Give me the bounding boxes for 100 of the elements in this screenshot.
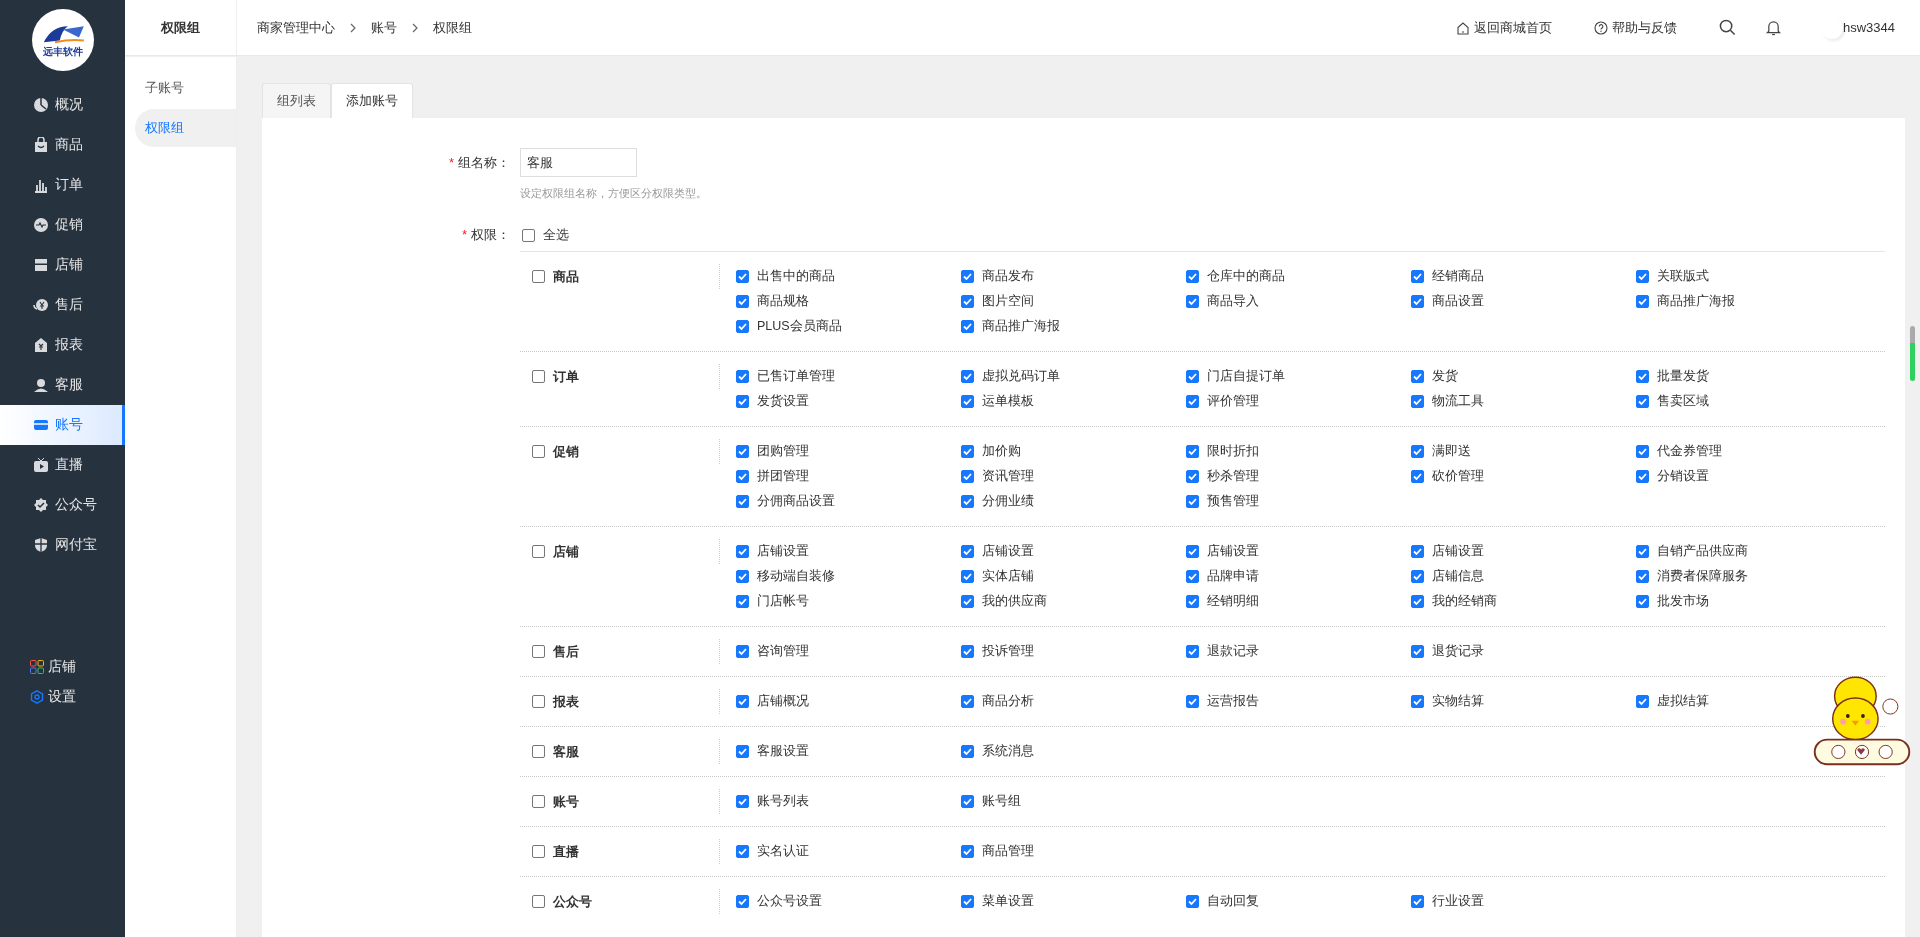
sidebar-item[interactable]: 促销	[0, 205, 125, 245]
checkbox[interactable]	[1411, 595, 1424, 608]
checkbox[interactable]	[532, 695, 545, 708]
checkbox[interactable]	[1636, 370, 1649, 383]
checkbox[interactable]	[961, 495, 974, 508]
checkbox[interactable]	[961, 270, 974, 283]
checkbox[interactable]	[522, 228, 535, 242]
checkbox[interactable]	[961, 695, 974, 708]
sidebar-item[interactable]: 商品	[0, 125, 125, 165]
sidebar-item[interactable]: 账号	[0, 405, 125, 445]
sidebar-item[interactable]: 店铺	[0, 245, 125, 285]
sidebar-item[interactable]: 店铺	[0, 657, 125, 677]
checkbox[interactable]	[1186, 370, 1199, 383]
checkbox[interactable]	[961, 320, 974, 333]
checkbox[interactable]	[1186, 595, 1199, 608]
help-link[interactable]: 帮助与反馈	[1593, 18, 1689, 37]
checkbox[interactable]	[532, 370, 545, 383]
checkbox[interactable]	[1186, 295, 1199, 308]
checkbox[interactable]	[1186, 695, 1199, 708]
checkbox[interactable]	[1636, 595, 1649, 608]
sidebar-item[interactable]: 公众号	[0, 485, 125, 525]
checkbox[interactable]	[532, 745, 545, 758]
checkbox[interactable]	[961, 370, 974, 383]
tab[interactable]: 组列表	[262, 83, 331, 118]
checkbox[interactable]	[1636, 445, 1649, 458]
checkbox[interactable]	[1636, 395, 1649, 408]
checkbox[interactable]	[736, 695, 749, 708]
checkbox[interactable]	[1186, 495, 1199, 508]
checkbox[interactable]	[736, 745, 749, 758]
checkbox[interactable]	[532, 545, 545, 558]
checkbox[interactable]	[736, 845, 749, 858]
checkbox[interactable]	[736, 395, 749, 408]
checkbox[interactable]	[1411, 445, 1424, 458]
tab[interactable]: 添加账号	[331, 83, 413, 118]
checkbox[interactable]	[736, 470, 749, 483]
checkbox[interactable]	[961, 470, 974, 483]
checkbox[interactable]	[1186, 570, 1199, 583]
checkbox[interactable]	[532, 645, 545, 658]
checkbox[interactable]	[961, 570, 974, 583]
bell-icon[interactable]	[1765, 19, 1781, 36]
checkbox[interactable]	[961, 845, 974, 858]
subnav-item[interactable]: 子账号	[135, 69, 236, 107]
checkbox[interactable]	[736, 320, 749, 333]
checkbox[interactable]	[1411, 295, 1424, 308]
checkbox[interactable]	[532, 445, 545, 458]
checkbox[interactable]	[961, 295, 974, 308]
checkbox[interactable]	[961, 595, 974, 608]
sidebar-item[interactable]: 设置	[0, 687, 125, 707]
checkbox[interactable]	[1186, 895, 1199, 908]
checkbox[interactable]	[961, 795, 974, 808]
checkbox[interactable]	[1186, 445, 1199, 458]
checkbox[interactable]	[736, 595, 749, 608]
checkbox[interactable]	[532, 270, 545, 283]
checkbox[interactable]	[961, 445, 974, 458]
checkbox[interactable]	[1411, 270, 1424, 283]
group-name-field[interactable]: 客服	[520, 148, 637, 177]
checkbox[interactable]	[961, 545, 974, 558]
checkbox[interactable]	[1411, 370, 1424, 383]
sidebar-item[interactable]: 概况	[0, 85, 125, 125]
checkbox[interactable]	[1411, 395, 1424, 408]
search-icon[interactable]	[1718, 19, 1736, 36]
checkbox[interactable]	[1411, 470, 1424, 483]
sidebar-item[interactable]: 客服	[0, 365, 125, 405]
checkbox[interactable]	[961, 895, 974, 908]
checkbox[interactable]	[1186, 645, 1199, 658]
sidebar-item[interactable]: 售后	[0, 285, 125, 325]
checkbox[interactable]	[1636, 270, 1649, 283]
checkbox[interactable]	[961, 645, 974, 658]
checkbox[interactable]	[1186, 270, 1199, 283]
breadcrumb-link[interactable]: 权限组	[433, 18, 472, 37]
checkbox[interactable]	[1411, 570, 1424, 583]
subnav-item[interactable]: 权限组	[135, 109, 236, 147]
checkbox[interactable]	[736, 570, 749, 583]
username[interactable]: hsw3344	[1842, 20, 1895, 35]
checkbox[interactable]	[736, 370, 749, 383]
checkbox[interactable]	[1411, 645, 1424, 658]
checkbox[interactable]	[1186, 470, 1199, 483]
home-link[interactable]: 返回商城首页	[1455, 18, 1564, 37]
scrollbar-thumb[interactable]	[1910, 326, 1915, 381]
checkbox[interactable]	[1186, 545, 1199, 558]
checkbox[interactable]	[736, 495, 749, 508]
checkbox[interactable]	[736, 445, 749, 458]
checkbox[interactable]	[1636, 545, 1649, 558]
checkbox[interactable]	[961, 745, 974, 758]
checkbox[interactable]	[1636, 570, 1649, 583]
checkbox[interactable]	[961, 395, 974, 408]
breadcrumb-link[interactable]: 商家管理中心	[257, 18, 335, 37]
checkbox[interactable]	[1636, 470, 1649, 483]
checkbox[interactable]	[532, 895, 545, 908]
checkbox[interactable]	[736, 645, 749, 658]
checkbox[interactable]	[532, 845, 545, 858]
sidebar-item[interactable]: 网付宝	[0, 525, 125, 565]
checkbox[interactable]	[736, 295, 749, 308]
sidebar-item[interactable]: 直播	[0, 445, 125, 485]
sidebar-item[interactable]: 报表	[0, 325, 125, 365]
checkbox[interactable]	[736, 545, 749, 558]
sidebar-item[interactable]: 订单	[0, 165, 125, 205]
breadcrumb-link[interactable]: 账号	[371, 18, 397, 37]
checkbox[interactable]	[736, 895, 749, 908]
checkbox[interactable]	[532, 795, 545, 808]
